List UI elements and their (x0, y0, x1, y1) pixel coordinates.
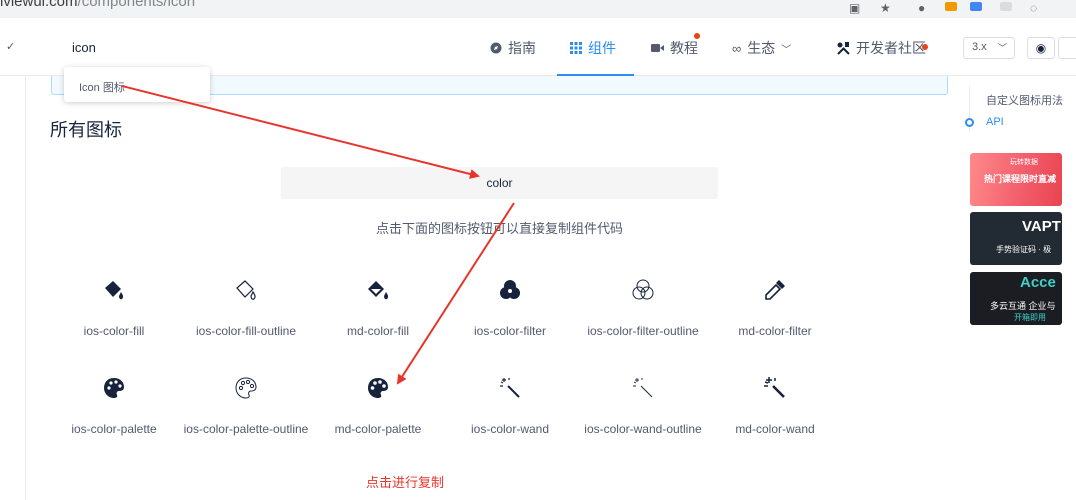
github-icon: ◉ (1035, 41, 1047, 55)
icon-card[interactable]: ios-color-wand (444, 376, 576, 438)
github-count-button[interactable] (1058, 37, 1076, 59)
chevron-down-icon: ﹀ (997, 43, 1007, 53)
url-path: /components/icon (77, 0, 196, 10)
color-filter-outline-icon (632, 279, 654, 300)
tutorial-badge-dot (694, 33, 700, 39)
translate-icon[interactable]: ▣ (849, 1, 860, 15)
icon-label: md-color-filter (738, 324, 812, 338)
extension-icon[interactable]: ● (918, 1, 925, 15)
nav-item-tutorial[interactable]: 教程 (651, 38, 698, 58)
nav-label-components: 组件 (588, 40, 616, 56)
version-select[interactable]: 3.x ﹀ (963, 37, 1015, 59)
profile-icon[interactable]: ◌ (1030, 1, 1037, 15)
ad-banner-accelerator[interactable]: Acce 多云互通 企业与 开箱即用 (970, 272, 1062, 325)
anchor-custom-icon[interactable]: 自定义图标用法 (986, 92, 1063, 108)
community-badge-dot (922, 44, 928, 50)
ad-text: 玩转数据 (1010, 159, 1038, 166)
filter-value: color (486, 176, 513, 190)
icon-label: md-color-fill (346, 324, 409, 338)
version-value: 3.x (972, 41, 987, 53)
annotation-text: 点击进行复制 (366, 475, 445, 490)
copy-hint: 点击下面的图标按钮可以直接复制组件代码 (375, 221, 623, 236)
color-fill-outline-icon (236, 280, 256, 300)
anchor-api[interactable]: API (986, 116, 1004, 128)
icon-card[interactable]: ios-color-filter (444, 278, 576, 340)
nav-item-components[interactable]: 组件 (570, 38, 616, 58)
icon-card[interactable]: md-color-fill (312, 278, 444, 340)
section-title: 所有图标 (50, 120, 122, 140)
icon-filter-input[interactable]: color (281, 167, 718, 199)
extension-icon-3[interactable] (970, 2, 982, 11)
icon-label: ios-color-filter (473, 324, 546, 338)
icon-label: ios-color-filter-outline (587, 324, 699, 338)
ad-text: Acce (1020, 274, 1056, 291)
extension-icon-2[interactable] (945, 2, 957, 11)
chevron-down-icon: ﹀ (781, 44, 792, 56)
video-icon (651, 44, 664, 52)
color-palette-icon (368, 378, 388, 398)
anchor-active-dot (965, 118, 974, 127)
color-palette-icon (104, 378, 124, 398)
color-filter-icon (500, 280, 520, 299)
icon-card[interactable]: ios-color-fill (48, 278, 180, 340)
infinity-icon: ∞ (732, 40, 742, 56)
nav-item-community[interactable]: 开发者社区 (837, 38, 926, 58)
icon-label: ios-color-fill-outline (195, 324, 297, 338)
color-fill-icon (105, 281, 124, 300)
tools-icon (837, 41, 850, 55)
ad-text: 手势验证码 · 极 (996, 245, 1052, 254)
icon-card[interactable]: ios-color-palette-outline (180, 376, 312, 438)
eyedropper-icon (765, 280, 785, 300)
compass-icon (490, 42, 502, 54)
suggestion-item[interactable]: Icon 图标 (79, 79, 125, 95)
icon-label: ios-color-palette (71, 422, 157, 436)
icon-label: ios-color-fill (83, 324, 145, 338)
nav-item-guide[interactable]: 指南 (490, 38, 536, 58)
grid-icon (570, 42, 582, 54)
color-fill-icon (368, 281, 389, 300)
ad-text: VAPT (1022, 218, 1061, 235)
icon-card[interactable]: ios-color-wand-outline (577, 376, 709, 438)
ad-text: 多云互通 企业与 (990, 301, 1056, 311)
icon-label: ios-color-palette-outline (183, 422, 309, 436)
nav-label-guide: 指南 (508, 40, 536, 56)
sidebar-divider (25, 77, 26, 500)
icon-label: ios-color-wand-outline (584, 422, 702, 436)
color-palette-outline-icon (235, 377, 257, 399)
ad-banner-course[interactable]: 玩转数据 热门课程限时直减 (970, 153, 1062, 206)
github-button[interactable]: ◉ (1027, 37, 1055, 59)
extension-icon-4[interactable] (1000, 2, 1012, 11)
icon-card[interactable]: md-color-palette (312, 376, 444, 438)
browser-address-bar: iviewui.com/components/icon ▣ ★ ● ◌ (0, 0, 1076, 18)
magic-wand-icon (764, 377, 785, 398)
search-input[interactable]: icon (72, 40, 96, 55)
nav-label-ecosystem: 生态 (747, 40, 776, 56)
icon-card[interactable]: ios-color-palette (48, 376, 180, 438)
icon-card[interactable]: ios-color-filter-outline (577, 278, 709, 340)
nav-label-community: 开发者社区 (856, 40, 926, 56)
search-suggestions: Icon 图标 (64, 67, 210, 102)
icon-label: md-color-wand (735, 422, 815, 436)
icon-label: md-color-palette (334, 422, 422, 436)
nav-item-ecosystem[interactable]: ∞ 生态 ﹀ (732, 38, 791, 58)
magic-wand-icon (500, 378, 520, 398)
chevron-down-icon[interactable]: ✓ (6, 40, 15, 53)
icon-card[interactable]: md-color-filter (709, 278, 841, 340)
ad-text: 热门课程限时直减 (984, 174, 1057, 184)
star-icon[interactable]: ★ (880, 1, 891, 15)
icon-card[interactable]: ios-color-fill-outline (180, 278, 312, 340)
nav-label-tutorial: 教程 (670, 40, 698, 56)
ad-banner-vaptcha[interactable]: VAPT 手势验证码 · 极 (970, 212, 1062, 265)
url-host: iviewui.com (0, 0, 78, 10)
icon-label: ios-color-wand (470, 422, 550, 436)
ad-text: 开箱即用 (1014, 313, 1046, 322)
icon-card[interactable]: md-color-wand (709, 376, 841, 438)
magic-wand-outline-icon (633, 378, 653, 398)
browser-url[interactable]: iviewui.com/components/icon (0, 0, 195, 10)
